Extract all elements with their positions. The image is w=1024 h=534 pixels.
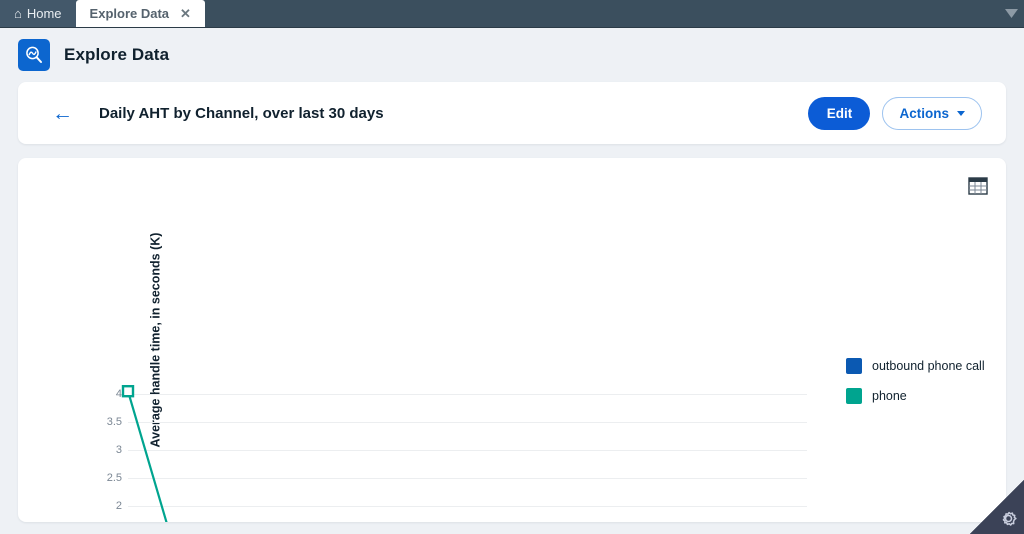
x-axis-ticks: Dec 6, 2021Dec 4, 2021Dec 2, 2021Nov 30,…	[18, 158, 1006, 522]
chart-legend: outbound phone call phone	[846, 358, 985, 404]
chevron-down-icon	[957, 110, 965, 116]
legend-swatch	[846, 388, 862, 404]
actions-button-label: Actions	[899, 105, 949, 121]
close-icon[interactable]: ✕	[180, 7, 191, 20]
explore-data-icon[interactable]	[18, 39, 50, 71]
legend-swatch	[846, 358, 862, 374]
actions-button[interactable]: Actions	[882, 96, 982, 130]
tab-bar-spacer	[205, 0, 998, 27]
app-header: Explore Data	[0, 28, 1024, 82]
tab-home-label: Home	[26, 6, 62, 21]
legend-item[interactable]: outbound phone call	[846, 358, 985, 374]
report-title-card: ← Daily AHT by Channel, over last 30 day…	[18, 82, 1006, 144]
tab-home[interactable]: ⌂ Home	[0, 0, 76, 27]
gear-icon[interactable]	[999, 509, 1018, 528]
legend-item-label: phone	[872, 389, 907, 403]
page-title: Explore Data	[64, 45, 170, 64]
tab-explore-data[interactable]: Explore Data ✕	[75, 0, 205, 27]
back-arrow-icon[interactable]: ←	[52, 103, 73, 124]
browser-tab-bar: ⌂ Home Explore Data ✕	[0, 0, 1024, 28]
chart-card: Average handle time, in seconds (K) 0.51…	[18, 158, 1006, 522]
settings-corner[interactable]	[970, 480, 1024, 534]
legend-item[interactable]: phone	[846, 388, 985, 404]
edit-button-label: Edit	[826, 105, 853, 121]
plot-area: 0.511.522.533.54 Dec 6, 2021Dec 4, 2021D…	[18, 158, 1006, 522]
report-title: Daily AHT by Channel, over last 30 days	[99, 104, 384, 122]
home-icon: ⌂	[14, 6, 22, 21]
edit-button[interactable]: Edit	[808, 96, 871, 130]
tab-explore-data-label: Explore Data	[89, 6, 170, 21]
legend-item-label: outbound phone call	[872, 359, 985, 373]
chevron-down-icon[interactable]	[998, 0, 1024, 27]
